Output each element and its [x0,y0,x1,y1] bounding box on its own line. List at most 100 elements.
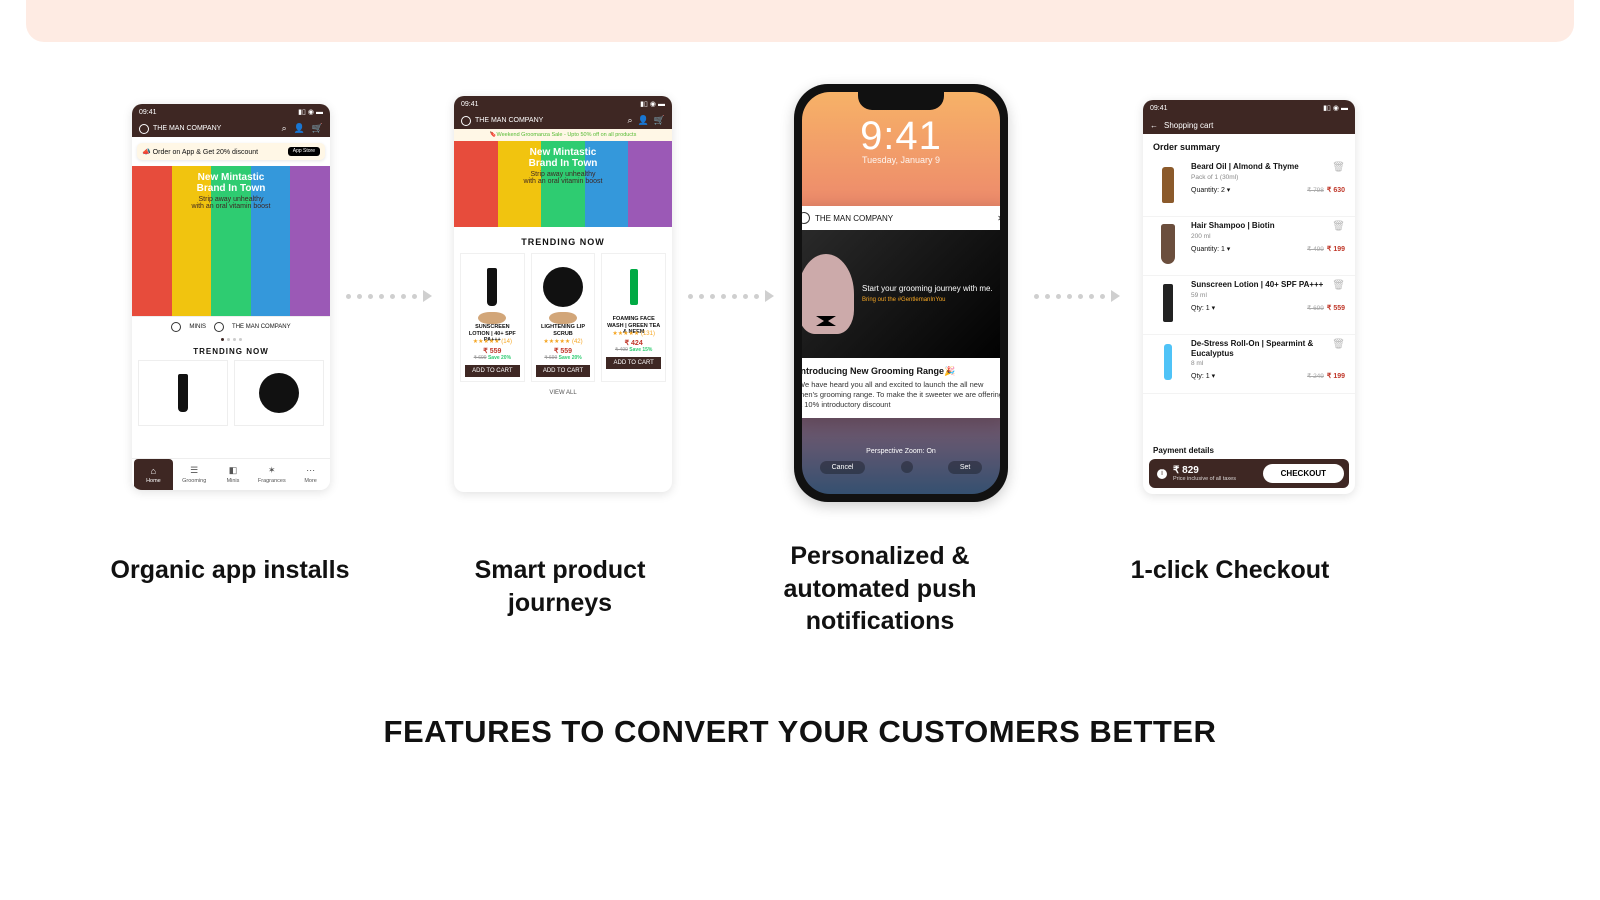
cart-item-variant: Pack of 1 (30ml) [1191,174,1345,181]
checkout-button[interactable]: CHECKOUT [1263,464,1344,483]
cart-icon[interactable]: 🛒 [654,115,665,125]
brand-tabs: MINIS THE MAN COMPANY [132,316,330,336]
cancel-button[interactable]: Cancel [820,461,866,474]
push-notification[interactable]: THE MAN COMPANY ✕ Start your grooming jo… [802,206,1000,418]
appstore-badge[interactable]: App Store [288,147,320,156]
brand-logo-icon [802,212,810,224]
back-icon[interactable]: ← [1150,121,1158,130]
quantity-select[interactable]: Quantity: 1 ▾ [1191,245,1230,253]
cart-item-name: De-Stress Roll-On | Spearmint & Eucalypt… [1191,339,1332,359]
search-icon[interactable]: ⌕ [282,123,287,133]
quantity-select[interactable]: Quantity: 2 ▾ [1191,186,1230,194]
hero-sub2: with an oral vitamin boost [192,203,271,210]
brand-tab-main[interactable]: THE MAN COMPANY [232,324,291,330]
feature-caption-1: Organic app installs [100,554,360,587]
promo-text: Order on App & Get 20% discount [153,149,258,156]
phone-push-notification: 9:41 Tuesday, January 9 THE MAN COMPANY … [794,84,1008,502]
brand-name: THE MAN COMPANY [475,117,543,124]
bottomnav-home[interactable]: ⌂Home [134,459,173,490]
page-tagline: FEATURES TO CONVERT YOUR CUSTOMERS BETTE… [0,714,1600,750]
hero-line1: New Mintastic [198,172,265,183]
status-indicators: ▮▯◉▬ [296,108,323,116]
hero-line1: New Mintastic [530,147,597,158]
home-icon: ⌂ [151,466,156,476]
delete-icon[interactable]: 🗑 [1332,221,1345,232]
page-title: Shopping cart [1164,121,1213,130]
add-to-cart-button[interactable]: ADD TO CART [536,365,591,377]
cart-header: ← Shopping cart [1143,116,1355,134]
bottomnav-minis[interactable]: ◧Minis [214,459,253,490]
hero-banner[interactable]: New Mintastic Brand In Town Strip away u… [132,166,330,316]
cart-item-variant: 8 ml [1191,360,1345,367]
product-card[interactable]: LIGHTENING LIP SCRUB ★★★★★ (42) ₹ 559 ₹ … [531,253,596,382]
product-rating: ★★★★★ (131) [612,330,655,337]
add-to-cart-button[interactable]: ADD TO CART [465,365,520,377]
quantity-select[interactable]: Qty: 1 ▾ [1191,372,1215,380]
product-tile[interactable] [234,360,324,426]
delete-icon[interactable]: 🗑 [1332,280,1345,291]
user-icon[interactable]: 👤 [294,123,305,133]
view-all-link[interactable]: VIEW ALL [454,382,672,404]
product-name: FOAMING FACE WASH | GREEN TEA & NEEM [606,316,661,330]
phone-organic-installs: 09:41 ▮▯◉▬ THE MAN COMPANY ⌕ 👤 🛒 📣 Order… [132,104,330,490]
hero-sub2: with an oral vitamin boost [524,178,603,185]
status-bar: 09:41▮▯◉▬ [454,96,672,112]
hero-sub1: Strip away unhealthy [199,196,264,203]
cart-item-variant: 59 ml [1191,292,1345,299]
product-price: ₹ 424 [625,339,643,347]
product-rating: ★★★★★ (42) [543,338,582,345]
product-name: LIGHTENING LIP SCRUB [536,324,591,338]
perspective-zoom-label: Perspective Zoom: On [802,448,1000,455]
brand-tab-minis[interactable]: MINIS [189,324,206,330]
product-name: SUNSCREEN LOTION | 40+ SPF PA+++ [465,324,520,338]
bottomnav-grooming[interactable]: ☰Grooming [175,459,214,490]
feature-caption-4: 1-click Checkout [1100,554,1360,587]
phone-checkout: 09:41▮▯◉▬ ← Shopping cart Order summary … [1143,100,1355,494]
quantity-select[interactable]: Qty: 1 ▾ [1191,304,1215,312]
wallpaper-icon[interactable] [901,461,913,473]
phone-product-journeys: 09:41▮▯◉▬ THE MAN COMPANY ⌕ 👤 🛒 🔖 Weekend … [454,96,672,492]
product-card[interactable]: SUNSCREEN LOTION | 40+ SPF PA+++ ★★★★★ (… [460,253,525,382]
cart-item-name: Hair Shampoo | Biotin [1191,221,1275,232]
product-price: ₹ 559 [554,347,572,355]
more-icon: ⋯ [306,465,315,476]
product-tile[interactable] [138,360,228,426]
flow-arrow-icon [688,290,774,302]
cart-total: ₹ 829 [1173,465,1236,476]
hero-sub1: Strip away unhealthy [531,171,596,178]
notif-image-text1: Start your grooming journey with me. [862,283,993,294]
brand-name: THE MAN COMPANY [153,125,221,132]
lockscreen-date: Tuesday, January 9 [802,155,1000,165]
iphone-notch [858,92,944,110]
app-install-banner[interactable]: 📣 Order on App & Get 20% discount App St… [137,143,325,160]
notif-app-name: THE MAN COMPANY [815,214,893,223]
order-summary-title: Order summary [1143,134,1355,158]
trending-title: TRENDING NOW [132,341,330,360]
status-time: 09:41 [139,109,157,116]
delete-icon[interactable]: 🗑 [1332,162,1345,173]
set-button[interactable]: Set [948,461,983,474]
bottomnav-more[interactable]: ⋯More [291,459,330,490]
feature-caption-3: Personalized & automated push notificati… [750,540,1010,638]
bottom-nav: ⌂Home ☰Grooming ◧Minis ✶Fragrances ⋯More [132,458,330,490]
flow-arrow-icon [346,290,432,302]
fragrances-icon: ✶ [268,465,276,476]
search-icon[interactable]: ⌕ [628,115,633,125]
notif-image-text2: Bring out the #GentlemanInYou [862,296,993,304]
user-icon[interactable]: 👤 [638,115,649,125]
hero-banner[interactable]: New Mintastic Brand In Town Strip away u… [454,141,672,227]
cart-item: Hair Shampoo | Biotin🗑 200 ml Quantity: … [1143,217,1355,276]
payment-details-title: Payment details [1153,446,1345,455]
info-icon[interactable]: i [1157,469,1167,479]
sale-banner[interactable]: 🔖 Weekend Groomanza Sale - Upto 50% off … [454,129,672,141]
cart-icon[interactable]: 🛒 [312,123,323,133]
bottomnav-fragrances[interactable]: ✶Fragrances [252,459,291,490]
notif-body-text: We have heard you all and excited to lau… [802,380,1000,410]
add-to-cart-button[interactable]: ADD TO CART [606,357,661,369]
cart-item: De-Stress Roll-On | Spearmint & Eucalypt… [1143,335,1355,394]
close-icon[interactable]: ✕ [997,214,1000,223]
flow-arrow-icon [1034,290,1120,302]
minis-icon: ◧ [229,465,238,476]
product-card[interactable]: FOAMING FACE WASH | GREEN TEA & NEEM ★★★… [601,253,666,382]
delete-icon[interactable]: 🗑 [1332,339,1345,359]
